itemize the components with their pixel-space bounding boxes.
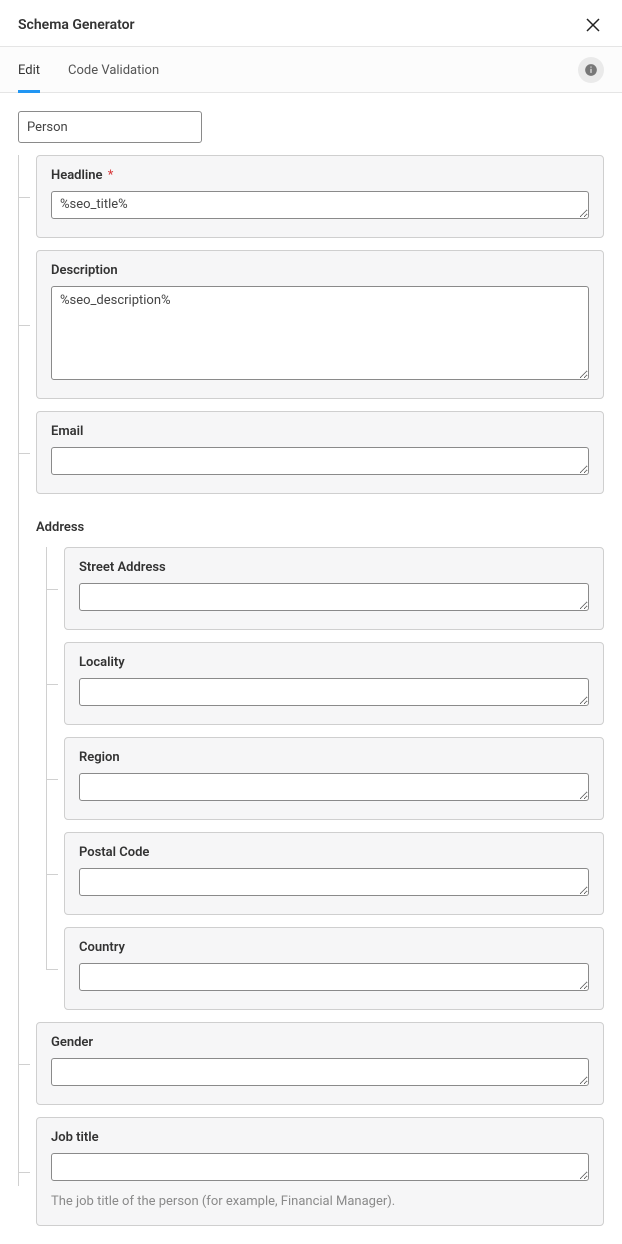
field-street-row: Street Address (46, 547, 604, 630)
field-jobtitle-label: Job title (51, 1130, 589, 1145)
field-description-label: Description (51, 263, 589, 278)
dialog-header: Schema Generator (0, 0, 622, 46)
jobtitle-helper: The job title of the person (for example… (51, 1193, 589, 1211)
dialog-title: Schema Generator (18, 17, 135, 33)
field-country-row: Country (46, 927, 604, 1010)
country-input[interactable] (79, 963, 589, 991)
tab-edit[interactable]: Edit (18, 47, 40, 92)
field-email-card: Email (36, 411, 604, 494)
field-country-card: Country (64, 927, 604, 1010)
content-area: Person Headline * Description Email (0, 93, 622, 1244)
field-locality-row: Locality (46, 642, 604, 725)
field-description-card: Description (36, 250, 604, 399)
field-jobtitle-row: Job title The job title of the person (f… (18, 1117, 604, 1226)
root-children: Headline * Description Email Address (18, 155, 604, 1226)
postal-input[interactable] (79, 868, 589, 896)
description-input[interactable] (51, 286, 589, 380)
field-locality-label: Locality (79, 655, 589, 670)
address-heading: Address (18, 520, 604, 535)
locality-input[interactable] (79, 678, 589, 706)
field-headline-card: Headline * (36, 155, 604, 238)
tab-code-validation[interactable]: Code Validation (68, 47, 159, 92)
tab-bar: Edit Code Validation (0, 46, 622, 93)
field-description-row: Description (18, 250, 604, 399)
schema-type-select[interactable]: Person (18, 111, 202, 143)
address-children: Street Address Locality Region (46, 547, 604, 1010)
headline-input[interactable] (51, 191, 589, 219)
field-region-label: Region (79, 750, 589, 765)
gender-input[interactable] (51, 1058, 589, 1086)
info-icon[interactable] (578, 57, 604, 83)
schema-type-value: Person (27, 120, 68, 135)
field-email-label: Email (51, 424, 589, 439)
field-gender-card: Gender (36, 1022, 604, 1105)
field-postal-row: Postal Code (46, 832, 604, 915)
field-street-label: Street Address (79, 560, 589, 575)
label-text: Headline (51, 168, 103, 183)
field-street-card: Street Address (64, 547, 604, 630)
field-headline-row: Headline * (18, 155, 604, 238)
field-email-row: Email (18, 411, 604, 494)
email-input[interactable] (51, 447, 589, 475)
field-postal-label: Postal Code (79, 845, 589, 860)
field-headline-label: Headline * (51, 168, 589, 183)
field-gender-row: Gender (18, 1022, 604, 1105)
field-gender-label: Gender (51, 1035, 589, 1050)
field-postal-card: Postal Code (64, 832, 604, 915)
field-region-card: Region (64, 737, 604, 820)
address-group-wrapper: Street Address Locality Region (18, 547, 604, 1010)
region-input[interactable] (79, 773, 589, 801)
jobtitle-input[interactable] (51, 1153, 589, 1181)
required-marker: * (108, 168, 114, 183)
field-country-label: Country (79, 940, 589, 955)
field-jobtitle-card: Job title The job title of the person (f… (36, 1117, 604, 1226)
field-locality-card: Locality (64, 642, 604, 725)
street-input[interactable] (79, 583, 589, 611)
close-icon[interactable] (582, 14, 604, 36)
field-region-row: Region (46, 737, 604, 820)
